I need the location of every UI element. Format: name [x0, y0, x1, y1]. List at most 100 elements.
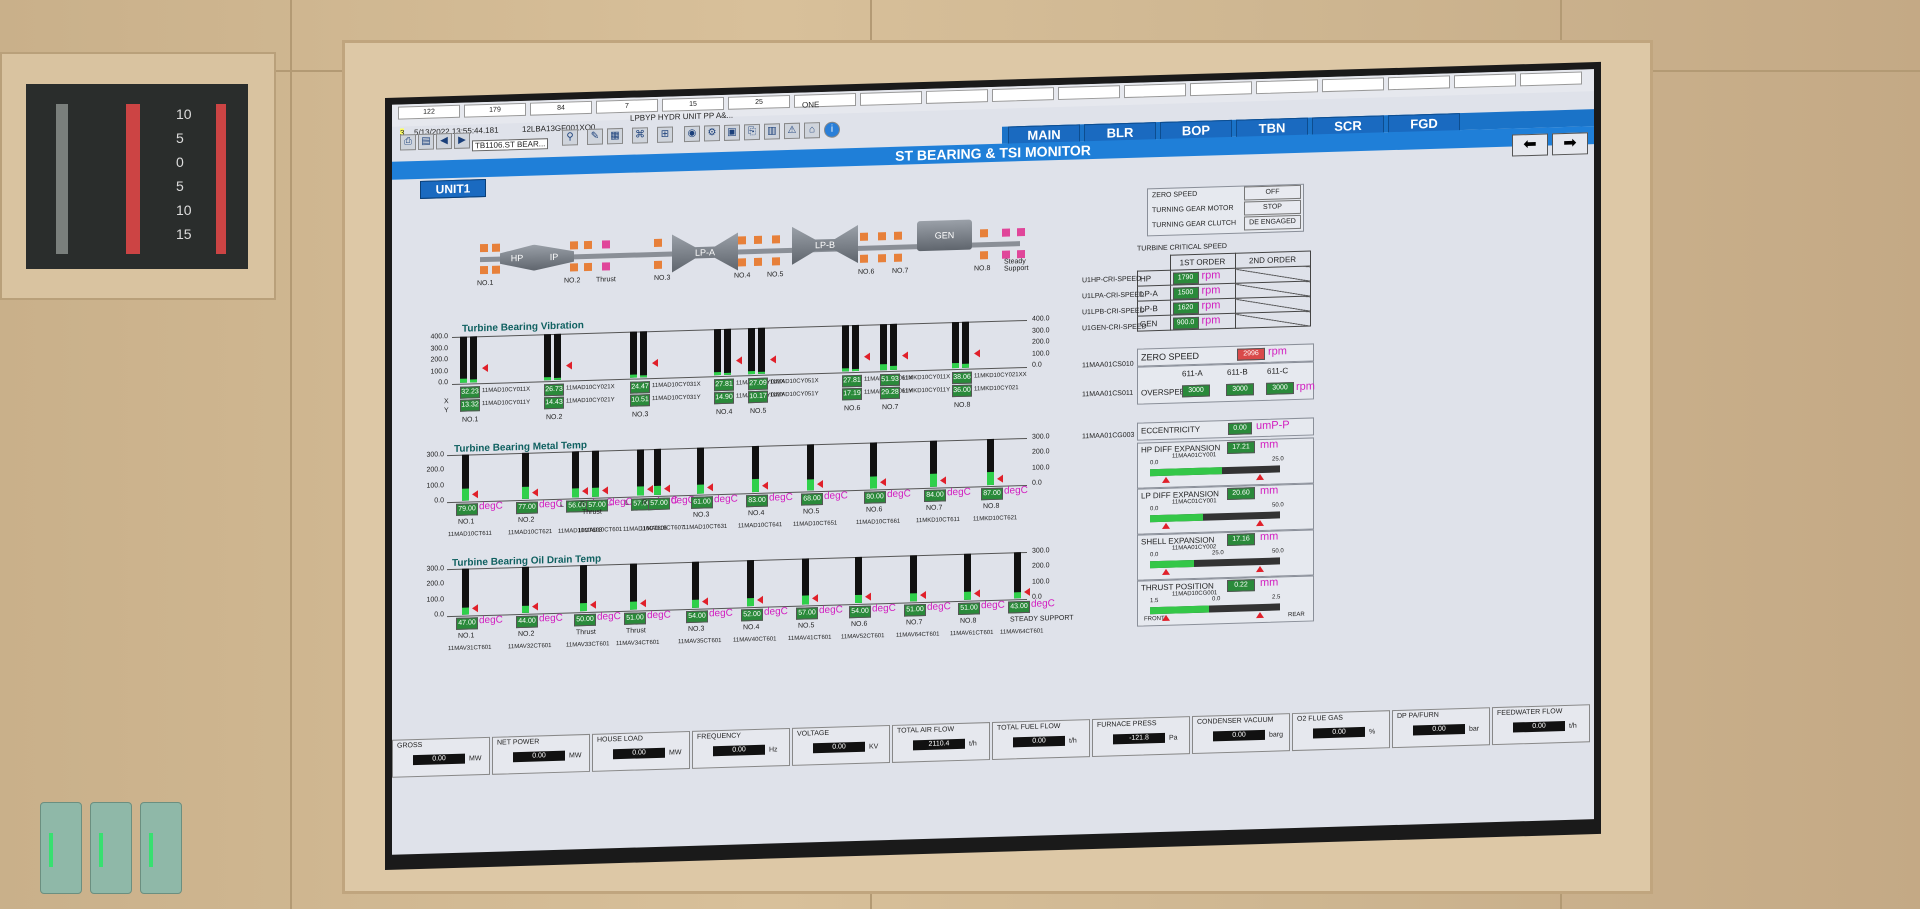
- top-cell[interactable]: [926, 89, 988, 104]
- oil-label: NO.2: [518, 630, 535, 639]
- top-cell[interactable]: [992, 87, 1054, 102]
- metal-label: NO.4: [748, 509, 765, 518]
- copy-icon[interactable]: ▤: [418, 133, 434, 151]
- oil-bar: [462, 568, 469, 615]
- top-cell[interactable]: [1124, 83, 1186, 99]
- bearing-marker: [980, 251, 988, 260]
- stat-panel: FREQUENCY 0.00 Hz: [692, 727, 790, 769]
- stat-unit: KV: [869, 743, 879, 751]
- report-icon[interactable]: ▦: [607, 127, 623, 145]
- top-cell[interactable]: [1520, 71, 1582, 87]
- stat-label: FEEDWATER FLOW: [1497, 708, 1563, 717]
- oil-label: NO.8: [960, 617, 977, 625]
- axis-tick-left: 300.0: [426, 451, 444, 459]
- page-code[interactable]: TB1106.ST BEAR...: [472, 138, 549, 152]
- next-page-icon[interactable]: ➡: [1552, 132, 1588, 156]
- stat-panel: HOUSE LOAD 0.00 MW: [592, 730, 690, 772]
- top-cell[interactable]: [1388, 75, 1450, 91]
- stat-value: 0.00: [513, 750, 565, 763]
- alarm-marker: [757, 595, 763, 604]
- tree-icon[interactable]: ⊞: [657, 126, 673, 143]
- top-cell[interactable]: [1190, 81, 1252, 97]
- alarm-text: LPBYP HYDR UNIT PP A&...: [630, 110, 734, 123]
- top-cell[interactable]: 179: [464, 102, 526, 118]
- oil-unit: degC: [647, 609, 671, 622]
- second-order-cell: [1235, 311, 1310, 329]
- search-icon[interactable]: ⚲: [562, 129, 578, 146]
- settings-icon[interactable]: ⚙: [704, 125, 720, 142]
- stat-panel: TOTAL FUEL FLOW 0.00 t/h: [992, 719, 1090, 760]
- monitor-bezel: 122 179 84 7 15 25 3 5/13/2022 13:55:44.181 1…: [385, 61, 1601, 870]
- oil-tag: 11MAV61CT601: [950, 629, 994, 638]
- stat-value: 0.00: [1413, 723, 1465, 736]
- oil-bar: [692, 561, 699, 608]
- top-cell[interactable]: 15: [662, 96, 724, 112]
- expansion-min: 0.0: [1150, 506, 1159, 513]
- top-cell[interactable]: 7: [596, 98, 658, 114]
- overspeed-col-b: 611-B: [1227, 367, 1248, 378]
- metal-tag: 11MAD10CT611: [448, 530, 492, 539]
- expansion-high-marker: [1256, 519, 1264, 527]
- alarm-marker: [532, 602, 538, 611]
- back-arrow-icon[interactable]: ◀: [436, 133, 452, 150]
- calc-icon[interactable]: ▥: [764, 123, 780, 140]
- section-lp-a: LP-A: [672, 233, 738, 273]
- vibration-y-value: 36.00: [952, 384, 972, 398]
- stat-unit: t/h: [1069, 737, 1077, 745]
- top-cell[interactable]: [1058, 85, 1120, 101]
- alarm-marker: [770, 355, 776, 364]
- alert-icon[interactable]: ⚠: [784, 122, 800, 140]
- oil-unit: degC: [539, 612, 563, 625]
- print-icon[interactable]: ⎙: [400, 134, 416, 151]
- top-cell[interactable]: 25: [728, 94, 790, 110]
- axis-tick-left: 0.0: [438, 379, 448, 387]
- critical-speed-tag: U1HP-CRI-SPEED: [1082, 275, 1142, 285]
- forward-arrow-icon[interactable]: ▶: [454, 132, 470, 149]
- export-icon[interactable]: ⎘: [744, 123, 760, 141]
- bearing-marker: [654, 238, 662, 248]
- trend-icon[interactable]: ✎: [587, 128, 603, 146]
- vibration-y-value: 14.90: [714, 391, 734, 405]
- axis-tick-right: 0.0: [1032, 361, 1042, 369]
- metal-value: 87.00: [981, 487, 1003, 501]
- axis-tick-right: 200.0: [1032, 448, 1050, 457]
- metal-tag: 11MAD10CT641: [738, 522, 783, 530]
- alarm-marker: [590, 600, 596, 609]
- vibration-bearing-label: NO.3: [632, 411, 649, 419]
- stat-value: 0.00: [713, 744, 765, 757]
- metal-bar: [697, 447, 704, 494]
- oil-unit: degC: [819, 604, 843, 617]
- top-cell[interactable]: [860, 91, 922, 106]
- top-cell[interactable]: [1322, 77, 1384, 93]
- vibration-y-tag: 11MAD10CY031Y: [652, 394, 701, 403]
- metal-label: NO.7: [926, 504, 943, 512]
- metal-side-label: L: [625, 499, 629, 507]
- expansion-value: 20.60: [1227, 487, 1255, 501]
- stat-unit: MW: [569, 752, 582, 760]
- axis-tick-right: 100.0: [1032, 463, 1050, 472]
- top-cell[interactable]: [1256, 79, 1318, 95]
- mini-scale-tick: 5: [176, 178, 184, 194]
- metal-label: NO.3: [693, 511, 710, 519]
- metal-tag: 11MAD10CT631: [683, 523, 728, 532]
- vibration-bar-x: [544, 334, 551, 381]
- top-cell[interactable]: [1454, 73, 1516, 89]
- save-icon[interactable]: ▣: [724, 124, 740, 141]
- network-icon[interactable]: ⌘: [632, 127, 648, 144]
- vibration-y-value: 17.19: [842, 387, 862, 401]
- metal-bar: [522, 452, 529, 499]
- metal-side-label: R: [580, 501, 586, 509]
- stat-unit: MW: [669, 749, 682, 757]
- prev-page-icon[interactable]: ⬅: [1512, 133, 1548, 157]
- home-icon[interactable]: ⌂: [804, 122, 820, 139]
- axis-tick-left: 0.0: [434, 611, 444, 619]
- database-icon[interactable]: ◉: [684, 125, 700, 143]
- top-cell[interactable]: 122: [398, 104, 460, 120]
- alarm-marker: [974, 349, 980, 358]
- thrust-marker: [1017, 228, 1025, 237]
- unit-button[interactable]: UNIT1: [420, 179, 486, 199]
- info-icon[interactable]: i: [824, 121, 840, 138]
- top-cell[interactable]: 84: [530, 100, 592, 116]
- vibration-y-value: 29.28: [880, 386, 900, 400]
- metal-side-label: L: [560, 501, 564, 509]
